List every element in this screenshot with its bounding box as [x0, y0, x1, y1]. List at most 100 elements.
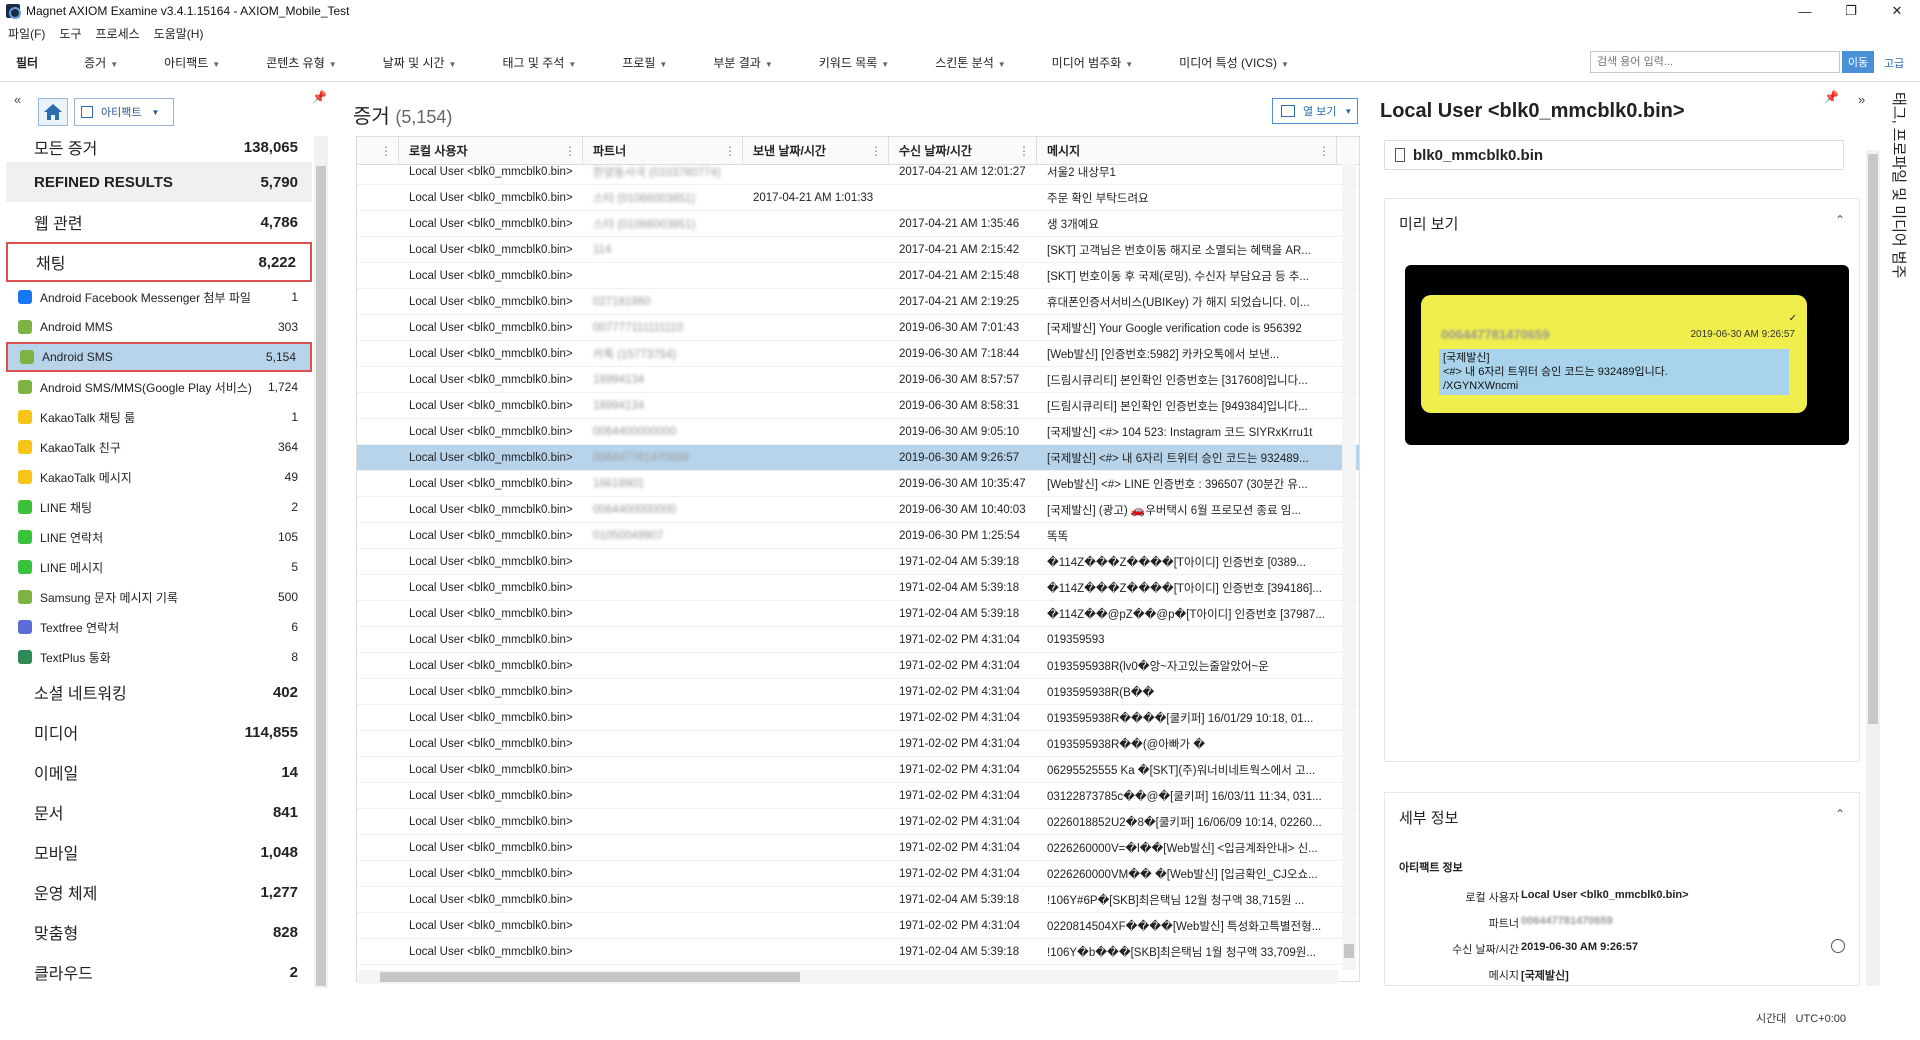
source-file-row[interactable]: blk0_mmcblk0.bin	[1384, 140, 1844, 170]
table-row[interactable]: Local User <blk0_mmcblk0.bin> 1971-02-04 …	[357, 887, 1359, 913]
category-item[interactable]: 모바일 1,048	[6, 832, 312, 872]
timezone[interactable]: 시간대 UTC+0:00	[1756, 1010, 1846, 1026]
table-row[interactable]: Local User <blk0_mmcblk0.bin> 00644000000…	[357, 419, 1359, 445]
filter-media-vics[interactable]: 미디어 특성 (VICS) ▼	[1179, 54, 1289, 71]
scroll-thumb[interactable]	[380, 972, 800, 982]
table-row[interactable]: Local User <blk0_mmcblk0.bin> 1971-02-02 …	[357, 757, 1359, 783]
chat-artifact-item[interactable]: Textfree 연락처 6	[6, 612, 312, 642]
table-row[interactable]: Local User <blk0_mmcblk0.bin> 1971-02-02 …	[357, 809, 1359, 835]
category-item[interactable]: 운영 체제 1,277	[6, 872, 312, 912]
chat-artifact-item[interactable]: KakaoTalk 친구 364	[6, 432, 312, 462]
table-row[interactable]: Local User <blk0_mmcblk0.bin> 1971-02-02 …	[357, 835, 1359, 861]
table-row[interactable]: Local User <blk0_mmcblk0.bin> 027181860 20…	[357, 289, 1359, 315]
filter-profile[interactable]: 프로필 ▼	[622, 54, 667, 71]
clock-icon[interactable]	[1831, 939, 1845, 953]
grid-horizontal-scrollbar[interactable]	[358, 970, 1338, 984]
filter-keyword-list[interactable]: 키워드 목록 ▼	[819, 54, 889, 71]
filter-skin-tone[interactable]: 스킨톤 분석 ▼	[935, 54, 1005, 71]
table-row[interactable]: Local User <blk0_mmcblk0.bin> 카톡 (1577375…	[357, 341, 1359, 367]
table-row[interactable]: Local User <blk0_mmcblk0.bin> 1971-02-02 …	[357, 705, 1359, 731]
table-row[interactable]: Local User <blk0_mmcblk0.bin> 스타 (0106600…	[357, 211, 1359, 237]
chat-artifact-item[interactable]: Samsung 문자 메시지 기록 500	[6, 582, 312, 612]
chat-artifact-item[interactable]: Android MMS 303	[6, 312, 312, 342]
table-row[interactable]: Local User <blk0_mmcblk0.bin> 스타 (0106600…	[357, 185, 1359, 211]
category-item[interactable]: 문서 841	[6, 792, 312, 832]
minimize-icon[interactable]: —	[1782, 0, 1828, 22]
advanced-search-link[interactable]: 고급	[1884, 55, 1904, 71]
grid-column-handle[interactable]: ⋮	[357, 137, 399, 164]
restore-icon[interactable]: ❐	[1828, 0, 1874, 22]
category-item[interactable]: 미디어 114,855	[6, 712, 312, 752]
column-sent-datetime[interactable]: 보낸 날짜/시간 ⋮	[743, 137, 889, 164]
table-row[interactable]: Local User <blk0_mmcblk0.bin> 01050049907…	[357, 523, 1359, 549]
scroll-thumb[interactable]	[1868, 154, 1878, 724]
left-scrollbar[interactable]	[314, 136, 328, 988]
chat-artifact-item[interactable]: KakaoTalk 채팅 룸 1	[6, 402, 312, 432]
table-row[interactable]: Local User <blk0_mmcblk0.bin> 1971-02-04 …	[357, 549, 1359, 575]
chat-artifact-item[interactable]: LINE 메시지 5	[6, 552, 312, 582]
chat-artifact-item[interactable]: Android SMS/MMS(Google Play 서비스) 1,724	[6, 372, 312, 402]
filter-artifacts[interactable]: 아티팩트 ▼	[164, 54, 220, 71]
side-tab-tags-profiles[interactable]: 태그, 프로파일 및 미디어 범주	[1886, 92, 1914, 342]
menu-tools[interactable]: 도구	[59, 25, 81, 42]
chat-artifact-item[interactable]: KakaoTalk 메시지 49	[6, 462, 312, 492]
table-row[interactable]: Local User <blk0_mmcblk0.bin> 1971-02-04 …	[357, 601, 1359, 627]
category-web[interactable]: 웹 관련 4,786	[6, 202, 312, 242]
table-row[interactable]: Local User <blk0_mmcblk0.bin> 114 2017-04-…	[357, 237, 1359, 263]
pin-icon[interactable]: 📌	[1824, 90, 1839, 104]
home-button[interactable]	[38, 98, 68, 126]
table-row[interactable]: Local User <blk0_mmcblk0.bin> 16618901 201…	[357, 471, 1359, 497]
chevron-up-icon[interactable]: ⌃	[1835, 807, 1845, 821]
chat-artifact-item[interactable]: LINE 연락처 105	[6, 522, 312, 552]
category-item[interactable]: 소셜 네트워킹 402	[6, 672, 312, 712]
scroll-thumb[interactable]	[1344, 944, 1354, 958]
menu-process[interactable]: 프로세스	[96, 25, 140, 42]
chevron-up-icon[interactable]: ⌃	[1835, 213, 1845, 227]
column-local-user[interactable]: 로컬 사용자 ⋮	[399, 137, 583, 164]
column-partner[interactable]: 파트너 ⋮	[583, 137, 743, 164]
menu-file[interactable]: 파일(F)	[8, 25, 45, 42]
filter-partial-results[interactable]: 부분 결과 ▼	[713, 54, 772, 71]
scroll-thumb[interactable]	[316, 166, 326, 986]
category-all-evidence[interactable]: 모든 증거 138,065	[6, 132, 312, 162]
pin-icon[interactable]: 📌	[312, 90, 327, 104]
filter-content-type[interactable]: 콘텐츠 유형 ▼	[266, 54, 336, 71]
table-row[interactable]: Local User <blk0_mmcblk0.bin> 1971-02-02 …	[357, 913, 1359, 939]
table-row[interactable]: Local User <blk0_mmcblk0.bin> 00644778147…	[357, 445, 1359, 471]
table-row[interactable]: Local User <blk0_mmcblk0.bin> 1971-02-04 …	[357, 939, 1359, 965]
column-message[interactable]: 메시지 ⋮	[1037, 137, 1337, 164]
chat-artifact-item[interactable]: Android Facebook Messenger 첨부 파일 1	[6, 282, 312, 312]
filter-date-time[interactable]: 날짜 및 시간 ▼	[383, 54, 457, 71]
category-refined-results[interactable]: REFINED RESULTS 5,790	[6, 162, 312, 202]
column-view-button[interactable]: 열 보기 ▼	[1272, 98, 1358, 124]
table-row[interactable]: Local User <blk0_mmcblk0.bin> 1971-02-02 …	[357, 783, 1359, 809]
table-row[interactable]: Local User <blk0_mmcblk0.bin> 00777711111…	[357, 315, 1359, 341]
chat-artifact-item[interactable]: TextPlus 통화 8	[6, 642, 312, 672]
category-item[interactable]: 클라우드 2	[6, 952, 312, 988]
table-row[interactable]: Local User <blk0_mmcblk0.bin> 1971-02-04 …	[357, 575, 1359, 601]
table-row[interactable]: Local User <blk0_mmcblk0.bin> 2017-04-21 …	[357, 263, 1359, 289]
table-row[interactable]: Local User <blk0_mmcblk0.bin> 1971-02-02 …	[357, 731, 1359, 757]
filter-media-category[interactable]: 미디어 범주화 ▼	[1052, 54, 1134, 71]
collapse-left-icon[interactable]: «	[14, 92, 21, 107]
table-row[interactable]: Local User <blk0_mmcblk0.bin> 1971-02-02 …	[357, 861, 1359, 887]
filter-evidence[interactable]: 증거 ▼	[84, 54, 118, 71]
right-scrollbar[interactable]	[1866, 150, 1880, 986]
filter-tags[interactable]: 태그 및 주석 ▼	[502, 54, 576, 71]
search-go-button[interactable]: 이동	[1842, 51, 1874, 73]
grid-vertical-scrollbar[interactable]	[1342, 164, 1356, 970]
artifact-view-dropdown[interactable]: 아티팩트 ▼	[74, 98, 174, 126]
menu-help[interactable]: 도움말(H)	[154, 25, 204, 42]
table-row[interactable]: Local User <blk0_mmcblk0.bin> 00644000000…	[357, 497, 1359, 523]
category-item[interactable]: 맞춤형 828	[6, 912, 312, 952]
chat-artifact-item[interactable]: LINE 채팅 2	[6, 492, 312, 522]
search-input[interactable]	[1590, 51, 1840, 73]
collapse-right-icon[interactable]: »	[1858, 92, 1865, 107]
close-icon[interactable]: ✕	[1874, 0, 1920, 22]
column-received-datetime[interactable]: 수신 날짜/시간 ⋮	[889, 137, 1037, 164]
table-row[interactable]: Local User <blk0_mmcblk0.bin> 1971-02-02 …	[357, 627, 1359, 653]
table-row[interactable]: Local User <blk0_mmcblk0.bin> 18994134 201…	[357, 393, 1359, 419]
category-chat[interactable]: 채팅 8,222	[6, 242, 312, 282]
table-row[interactable]: Local User <blk0_mmcblk0.bin> 1971-02-02 …	[357, 653, 1359, 679]
category-item[interactable]: 이메일 14	[6, 752, 312, 792]
